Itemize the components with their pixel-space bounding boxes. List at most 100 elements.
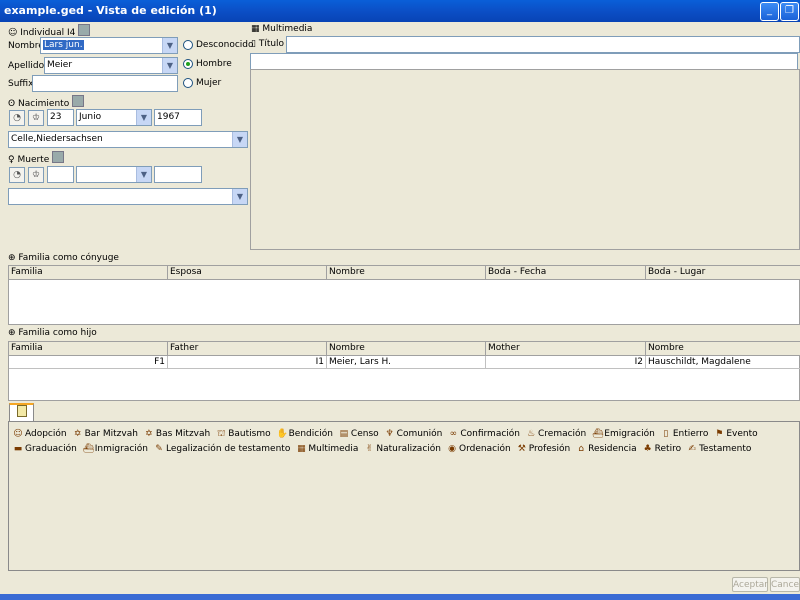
table-cell[interactable]: I2 [486,356,646,369]
table-cell[interactable]: I1 [168,356,327,369]
maximize-button[interactable]: ❐ [780,2,799,21]
occupation-icon: ⚒ [517,444,526,454]
event-type-item[interactable]: ⛴Inmigración [83,442,148,457]
table-cell[interactable]: Hauschildt, Magdalene [646,356,800,369]
chevron-down-icon[interactable]: ▼ [232,189,247,204]
privacy-icon[interactable] [52,151,65,163]
table-cell[interactable]: F1 [9,356,168,369]
ship-icon: ⛴ [592,429,604,439]
event-type-label: Inmigración [94,444,148,454]
event-type-item[interactable]: ⌂ Residencia [576,442,636,457]
date-format-button[interactable]: ◔ [9,110,25,126]
death-month-select[interactable]: ▼ [76,166,152,183]
birth-day-input[interactable]: 23 [47,109,74,126]
column-header[interactable]: Familia [9,342,168,356]
birth-year-input[interactable]: 1967 [154,109,202,126]
event-type-item[interactable]: ▦ Multimedia [296,442,358,457]
column-header[interactable]: Nombre [327,342,486,356]
birth-month-select[interactable]: Junio ▼ [76,109,152,126]
table-cell[interactable]: Meier, Lars H. [327,356,486,369]
chevron-down-icon[interactable]: ▼ [162,58,177,73]
event-type-item[interactable]: ⛴Emigración [592,427,655,442]
date-format-button[interactable]: ◔ [9,167,25,183]
event-type-item[interactable]: ⛫ Bautismo [216,427,271,442]
column-header[interactable]: Nombre [327,266,486,280]
sex-male-radio[interactable] [183,59,193,69]
child-family-table[interactable]: Familia Father Nombre Mother Nombre F1 I… [8,341,800,401]
event-type-item[interactable]: ✍ Testamento [687,442,751,457]
event-type-item[interactable]: ✌ Naturalización [364,442,441,457]
event-type-label: Testamento [699,444,752,454]
chevron-down-icon[interactable]: ▼ [136,167,151,182]
chevron-down-icon[interactable]: ▼ [232,132,247,147]
event-type-item[interactable]: ▬ Graduación [13,442,77,457]
window-title: example.ged - Vista de edición (1) [4,4,217,17]
event-type-item[interactable]: ▯ Entierro [661,427,708,442]
column-header[interactable]: Familia [9,266,168,280]
event-type-label: Censo [350,429,379,439]
event-type-label: Emigración [604,429,655,439]
event-type-item[interactable]: ✡ Bas Mitzvah [144,427,210,442]
multimedia-icon: ▦ [297,444,306,454]
clipboard-icon [16,405,27,417]
cancel-button[interactable]: Cancelar [770,577,800,592]
event-type-item[interactable]: ∞ Confirmación [448,427,520,442]
event-type-item[interactable]: ▤ Censo [339,427,379,442]
column-header[interactable]: Esposa [168,266,327,280]
event-type-item[interactable]: ✎ Legalización de testamento [154,442,290,457]
film-icon: ▦ [251,24,260,34]
name-input[interactable]: Lars jun. ▼ [40,37,178,54]
death-day-input[interactable] [47,166,74,183]
column-header[interactable]: Boda - Fecha [486,266,646,280]
individual-header: ☺ Individual I4 [8,24,92,38]
event-type-item[interactable]: ⚒ Profesión [517,442,570,457]
ordination-icon: ◉ [448,444,456,454]
ok-button[interactable]: Aceptar [732,577,768,592]
event-type-item[interactable]: ♨ Cremación [526,427,586,442]
retirement-icon: ♣ [643,444,652,454]
death-place-input[interactable]: ▼ [8,188,248,205]
multimedia-header: ▦ Multimedia [251,24,313,34]
multimedia-title-label: ▯ Título [251,39,285,49]
event-type-item[interactable]: ♣ Retiro [643,442,681,457]
chevron-down-icon[interactable]: ▼ [136,110,151,125]
event-type-item[interactable]: ◉ Ordenación [447,442,511,457]
event-type-item[interactable]: ☺ Adopción [13,427,66,442]
spouse-family-table[interactable]: Familia Esposa Nombre Boda - Fecha Boda … [8,265,800,325]
taskbar-edge [0,594,800,600]
privacy-icon[interactable] [78,24,91,36]
event-type-label: Bautismo [228,429,271,439]
suffix-label: Suffix [8,79,34,89]
event-type-label: Bar Mitzvah [84,429,138,439]
event-type-label: Graduación [25,444,77,454]
minimize-button[interactable]: _ [760,2,779,21]
multimedia-title-input[interactable] [286,36,800,53]
chevron-down-icon[interactable]: ▼ [162,38,177,53]
event-type-item[interactable]: ♆ Comunión [385,427,443,442]
column-header[interactable]: Boda - Lugar [646,266,800,280]
column-header[interactable]: Nombre [646,342,800,356]
flame-icon: ♨ [526,429,536,439]
calendar-button[interactable]: ♔ [28,110,44,126]
birth-place-input[interactable]: Celle,Niedersachsen ▼ [8,131,248,148]
death-year-input[interactable] [154,166,202,183]
multimedia-preview [250,69,800,250]
event-type-item[interactable]: ✡ Bar Mitzvah [73,427,138,442]
flag-icon: ⚑ [715,429,724,439]
suffix-input[interactable] [32,75,178,92]
privacy-icon[interactable] [72,95,85,107]
column-header[interactable]: Father [168,342,327,356]
event-type-item[interactable]: ✋Bendición [277,427,333,442]
sex-female-radio[interactable] [183,78,193,88]
event-type-label: Bas Mitzvah [155,429,211,439]
event-type-item[interactable]: ⚑ Evento [714,427,757,442]
rings-icon: ∞ [449,429,458,439]
multimedia-path-input[interactable] [250,53,798,70]
surname-input[interactable]: Meier ▼ [44,57,178,74]
event-type-label: Cremación [538,429,587,439]
events-tab[interactable] [9,403,34,422]
calendar-button[interactable]: ♔ [28,167,44,183]
adoption-icon: ☺ [13,429,23,439]
sex-unknown-radio[interactable] [183,40,193,50]
column-header[interactable]: Mother [486,342,646,356]
